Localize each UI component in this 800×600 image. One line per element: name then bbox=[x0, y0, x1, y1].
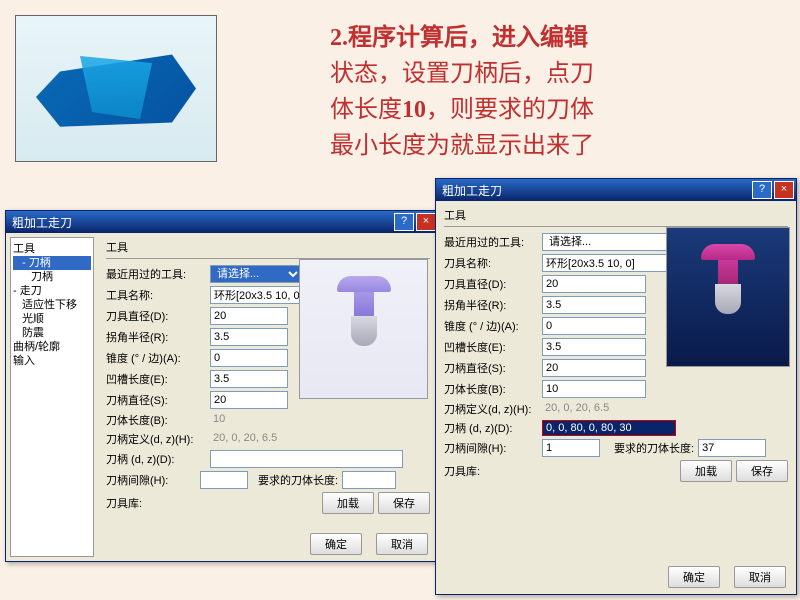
dialog-rough-1: 粗加工走刀 ? × 工具- 刀柄刀柄 - 走刀适应性下移光顺防震 曲柄/轮廓输入… bbox=[5, 210, 439, 562]
holder-def: 20, 0, 20, 6.5 bbox=[542, 401, 768, 417]
corner-input[interactable] bbox=[542, 296, 646, 314]
holder-def: 20, 0, 20, 6.5 bbox=[210, 431, 401, 447]
tab-tool[interactable]: 工具 bbox=[444, 207, 788, 227]
tool-preview bbox=[666, 227, 790, 367]
body-len-input[interactable] bbox=[542, 380, 646, 398]
groove-input[interactable] bbox=[542, 338, 646, 356]
reqlen-output[interactable] bbox=[698, 439, 766, 457]
close-button[interactable]: × bbox=[774, 181, 794, 199]
titlebar[interactable]: 粗加工走刀 ? × bbox=[6, 211, 438, 233]
help-button[interactable]: ? bbox=[394, 213, 414, 231]
model-preview bbox=[15, 15, 217, 162]
tab-tool[interactable]: 工具 bbox=[106, 239, 430, 259]
holder-input-highlight[interactable]: 0, 0, 80, 0, 80, 30 bbox=[542, 420, 676, 436]
titlebar[interactable]: 粗加工走刀 ? × bbox=[436, 179, 796, 201]
instruction-text: 2.程序计算后，进入编辑 状态，设置刀柄后，点刀 体长度10，则要求的刀体 最小… bbox=[330, 20, 775, 164]
close-button[interactable]: × bbox=[416, 213, 436, 231]
ok-button[interactable]: 确定 bbox=[668, 566, 720, 588]
gap-input[interactable] bbox=[200, 471, 248, 489]
load-button[interactable]: 加载 bbox=[322, 492, 374, 514]
gap-input[interactable] bbox=[542, 439, 600, 457]
taper-input[interactable] bbox=[542, 317, 646, 335]
ok-button[interactable]: 确定 bbox=[310, 533, 362, 555]
dialog-title: 粗加工走刀 bbox=[442, 182, 750, 199]
dialog-title: 粗加工走刀 bbox=[12, 214, 392, 231]
body-len-input: 10 bbox=[210, 412, 286, 428]
nav-tree[interactable]: 工具- 刀柄刀柄 - 走刀适应性下移光顺防震 曲柄/轮廓输入 bbox=[10, 237, 94, 557]
groove-input[interactable] bbox=[210, 370, 288, 388]
reqlen-input[interactable] bbox=[342, 471, 396, 489]
diameter-input[interactable] bbox=[542, 275, 646, 293]
shank-diam-input[interactable] bbox=[542, 359, 646, 377]
step-num: 2. bbox=[330, 25, 348, 51]
tool-preview bbox=[299, 259, 428, 399]
corner-input[interactable] bbox=[210, 328, 288, 346]
holder-input[interactable] bbox=[210, 450, 403, 468]
save-button[interactable]: 保存 bbox=[736, 460, 788, 482]
cancel-button[interactable]: 取消 bbox=[376, 533, 428, 555]
taper-input[interactable] bbox=[210, 349, 288, 367]
diameter-input[interactable] bbox=[210, 307, 288, 325]
dialog-rough-2: 粗加工走刀 ? × 工具 最近用过的工具:请选择... 刀具名称: 刀具直径(D… bbox=[435, 178, 797, 595]
recent-select[interactable]: 请选择... bbox=[210, 265, 302, 283]
save-button[interactable]: 保存 bbox=[378, 492, 430, 514]
help-button[interactable]: ? bbox=[752, 181, 772, 199]
load-button[interactable]: 加载 bbox=[680, 460, 732, 482]
shank-diam-input[interactable] bbox=[210, 391, 288, 409]
cancel-button[interactable]: 取消 bbox=[734, 566, 786, 588]
